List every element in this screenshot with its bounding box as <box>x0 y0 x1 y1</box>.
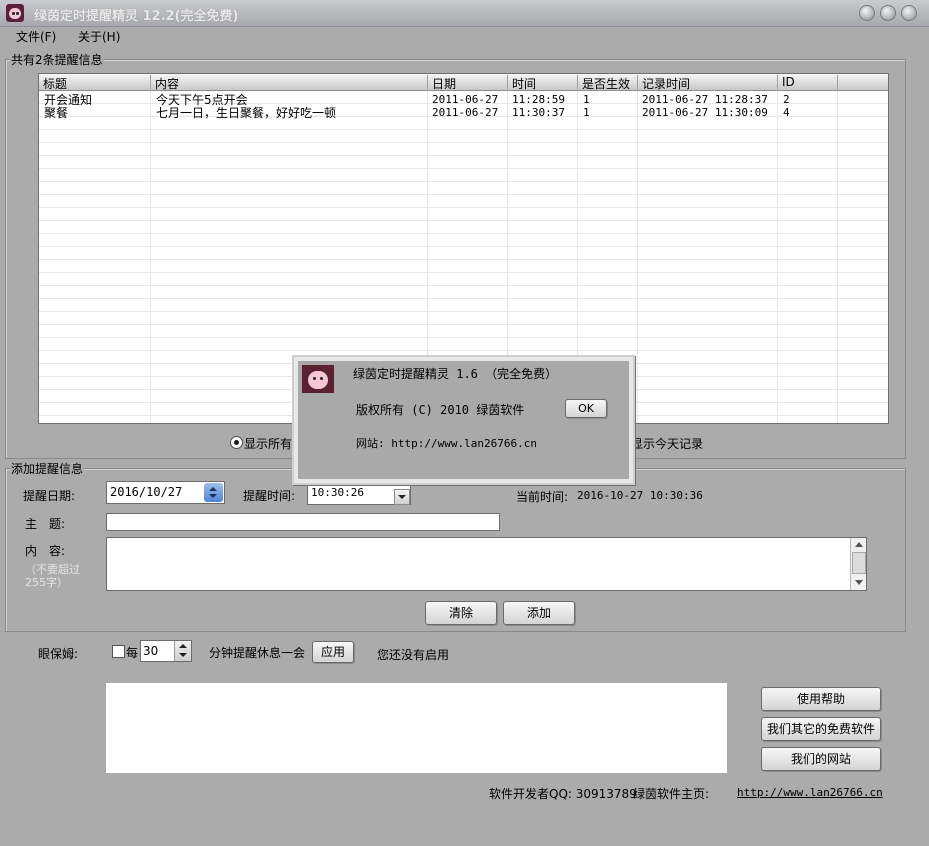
current-time-value: 2016-10-27 10:30:36 <box>577 489 703 502</box>
col-record-time[interactable]: 记录时间 <box>638 75 778 91</box>
minutes-value: 30 <box>143 644 159 658</box>
radio-show-all[interactable] <box>230 436 243 449</box>
row1-time: 11:28:59 <box>512 93 565 106</box>
row2-time: 11:30:37 <box>512 106 565 119</box>
row1-id: 2 <box>783 93 790 106</box>
content-textarea[interactable] <box>106 537 867 591</box>
list-header: 标题 内容 日期 时间 是否生效 记录时间 ID <box>39 74 888 91</box>
eye-care-label: 眼保姆: <box>38 647 79 661</box>
col-active[interactable]: 是否生效 <box>578 75 638 91</box>
scroll-down-icon[interactable] <box>855 580 863 585</box>
add-reminder-group-label: 添加提醒信息 <box>10 460 85 477</box>
current-time-label: 当前时间: <box>516 490 569 504</box>
col-date[interactable]: 日期 <box>428 75 508 91</box>
row1-record-time: 2011-06-27 11:28:37 <box>642 93 768 106</box>
date-spin-icon[interactable] <box>204 483 223 502</box>
date-value: 2016/10/27 <box>110 485 183 499</box>
menu-file[interactable]: 文件(F) <box>16 28 56 45</box>
dropdown-arrow-icon[interactable] <box>394 489 410 505</box>
row2-content: 七月一日，生日聚餐，好好吃一顿 <box>156 106 337 120</box>
about-dialog: 绿茵定时提醒精灵 1.6 （完全免费） 版权所有 (C) 2010 绿茵软件 O… <box>292 355 635 485</box>
content-label: 内 容: <box>25 544 66 558</box>
radio-show-all-label[interactable]: 显示所有 <box>244 435 292 452</box>
time-picker[interactable]: 10:30:26 <box>307 485 411 505</box>
row2-id: 4 <box>783 106 790 119</box>
spin-up-icon[interactable] <box>179 644 187 648</box>
date-label: 提醒日期: <box>23 489 76 503</box>
col-id[interactable]: ID <box>778 75 838 89</box>
eye-care-suffix: 分钟提醒休息一会 <box>209 646 306 660</box>
row1-date: 2011-06-27 <box>432 93 499 106</box>
row2-title[interactable]: 聚餐 <box>44 104 68 121</box>
col-time[interactable]: 时间 <box>508 75 578 91</box>
clear-button[interactable]: 清除 <box>425 601 497 625</box>
homepage-link[interactable]: http://www.lan26766.cn <box>737 786 883 799</box>
eye-care-every-label: 每 <box>126 646 139 660</box>
row1-active: 1 <box>583 93 590 106</box>
row2-active: 1 <box>583 106 590 119</box>
title-bar: 绿茵定时提醒精灵 12.2(完全免费) <box>0 0 929 27</box>
reminder-list-group-label: 共有2条提醒信息 <box>10 51 104 68</box>
minutes-stepper[interactable]: 30 <box>140 640 192 662</box>
message-panel <box>106 683 727 773</box>
date-picker[interactable]: 2016/10/27 <box>106 481 225 504</box>
minimize-icon[interactable] <box>859 5 875 21</box>
eye-care-status: 您还没有启用 <box>377 648 450 662</box>
add-button[interactable]: 添加 <box>503 601 575 625</box>
window-title: 绿茵定时提醒精灵 12.2(完全免费) <box>34 9 239 24</box>
time-value: 10:30:26 <box>311 486 364 499</box>
menu-bar: 文件(F) 关于(H) <box>0 26 929 46</box>
row2-date: 2011-06-27 <box>432 106 499 119</box>
eye-care-checkbox[interactable] <box>112 645 125 658</box>
content-scrollbar[interactable] <box>850 538 866 590</box>
col-content[interactable]: 内容 <box>151 75 428 91</box>
dialog-website: 网站: http://www.lan26766.cn <box>356 437 537 450</box>
website-button[interactable]: 我们的网站 <box>761 747 881 771</box>
content-hint: （不要超过255字） <box>25 563 80 589</box>
menu-about[interactable]: 关于(H) <box>78 28 120 45</box>
homepage-label: 绿茵软件主页: <box>633 787 710 801</box>
other-software-button[interactable]: 我们其它的免费软件 <box>761 717 881 741</box>
row2-record-time: 2011-06-27 11:30:09 <box>642 106 768 119</box>
help-button[interactable]: 使用帮助 <box>761 687 881 711</box>
spin-down-icon[interactable] <box>179 653 187 657</box>
dialog-app-icon <box>302 365 334 393</box>
subject-label: 主 题: <box>25 517 66 531</box>
developer-qq: 软件开发者QQ: 30913789 <box>489 787 637 801</box>
scroll-up-icon[interactable] <box>855 542 863 547</box>
apply-button[interactable]: 应用 <box>312 641 354 663</box>
app-icon <box>6 4 24 22</box>
col-title[interactable]: 标题 <box>39 75 151 91</box>
subject-input[interactable] <box>106 513 500 531</box>
ok-button[interactable]: OK <box>565 399 607 418</box>
dialog-title: 绿茵定时提醒精灵 1.6 （完全免费） <box>353 367 558 381</box>
maximize-icon[interactable] <box>880 5 896 21</box>
radio-show-today-label[interactable]: 显示今天记录 <box>631 435 703 452</box>
dialog-copyright: 版权所有 (C) 2010 绿茵软件 <box>356 403 525 417</box>
time-label: 提醒时间: <box>243 489 296 503</box>
close-icon[interactable] <box>901 5 917 21</box>
